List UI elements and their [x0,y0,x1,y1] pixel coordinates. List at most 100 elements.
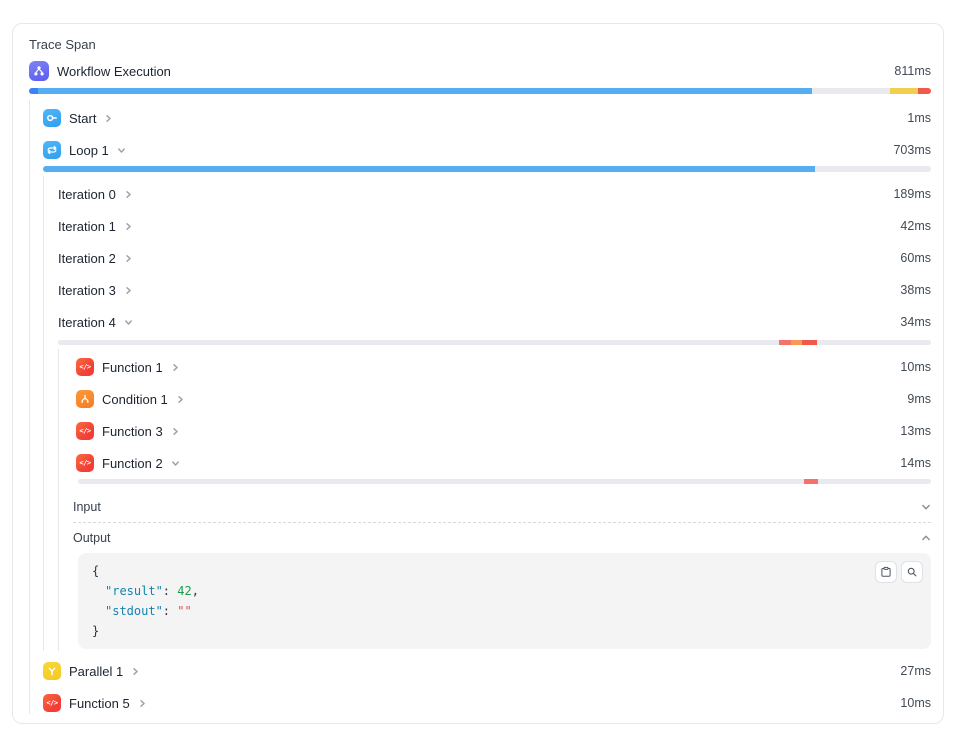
span-row-function-1[interactable]: </> Function 1 10ms [13,351,943,383]
span-label: Iteration 2 [58,251,116,266]
function-icon: </> [76,422,94,440]
chevron-right-icon [131,667,140,676]
span-label: Iteration 4 [58,315,116,330]
span-row-iteration-3[interactable]: Iteration 3 38ms [13,274,943,306]
span-label: Iteration 1 [58,219,116,234]
code-line: "result": 42, [92,581,917,601]
span-row-iteration-0[interactable]: Iteration 0 189ms [13,178,943,210]
timeline-segment-function5 [918,88,931,94]
code-line: } [92,621,917,641]
span-duration: 189ms [893,187,931,201]
json-comma: , [192,584,199,598]
timeline-bar-loop [43,166,931,172]
workflow-icon [29,61,49,81]
span-label: Function 3 [102,424,163,439]
code-actions [875,561,923,583]
span-row-condition-1[interactable]: Condition 1 9ms [13,383,943,415]
json-key: "stdout" [105,604,163,618]
timeline-segment-parallel [890,88,919,94]
timeline-segment [802,340,817,345]
span-row-start[interactable]: Start 1ms [13,102,943,134]
json-key: "result" [105,584,163,598]
section-label: Output [73,531,111,545]
chevron-right-icon [124,286,133,295]
panel-title: Trace Span [13,36,943,54]
span-label: Loop 1 [69,143,109,158]
json-number: 42 [177,584,191,598]
span-row-function-2[interactable]: </> Function 2 14ms [13,447,943,479]
json-brace: } [92,624,99,638]
span-label: Iteration 3 [58,283,116,298]
json-brace: { [92,564,99,578]
chevron-right-icon [138,699,147,708]
chevron-right-icon [124,222,133,231]
chevron-down-icon [124,318,133,327]
chevron-right-icon [104,114,113,123]
span-label: Condition 1 [102,392,168,407]
indent-guide-root-children [29,100,30,714]
span-duration: 9ms [907,392,931,406]
span-duration: 10ms [900,696,931,710]
span-row-function-5[interactable]: </> Function 5 10ms [13,687,943,719]
timeline-bar-iteration-4 [58,340,931,345]
code-glyph: </> [79,460,90,467]
timeline-segment [791,340,801,345]
copy-button[interactable] [875,561,897,583]
chevron-right-icon [176,395,185,404]
span-duration: 42ms [900,219,931,233]
chevron-down-icon [921,502,931,512]
timeline-bar-function-2 [78,479,931,484]
span-row-iteration-1[interactable]: Iteration 1 42ms [13,210,943,242]
chevron-down-icon [171,459,180,468]
indent-guide-loop-children [43,176,44,651]
span-duration: 13ms [900,424,931,438]
timeline-segment [43,166,815,172]
timeline-segment-loop [38,88,812,94]
condition-icon [76,390,94,408]
chevron-right-icon [171,427,180,436]
span-label: Iteration 0 [58,187,116,202]
parallel-icon [43,662,61,680]
function-icon: </> [76,358,94,376]
copy-icon [880,566,892,578]
indent-guide-iteration4-children [58,349,59,651]
section-header-output[interactable]: Output [13,523,943,553]
json-string: "" [177,604,191,618]
code-glyph: </> [79,364,90,371]
timeline-segment [804,479,819,484]
function-icon: </> [76,454,94,472]
span-row-workflow-execution[interactable]: Workflow Execution 811ms [13,54,943,88]
loop-icon [43,141,61,159]
span-row-parallel-1[interactable]: Parallel 1 27ms [13,655,943,687]
timeline-segment [779,340,791,345]
chevron-right-icon [124,190,133,199]
span-row-iteration-4[interactable]: Iteration 4 34ms [13,306,943,338]
span-duration: 60ms [900,251,931,265]
trace-span-panel: Trace Span Workflow Execution 811ms [12,23,944,724]
span-label: Function 5 [69,696,130,711]
span-duration: 38ms [900,283,931,297]
span-row-loop-1[interactable]: Loop 1 703ms [13,134,943,166]
span-duration: 811ms [894,64,931,78]
json-colon: : [163,584,177,598]
span-label: Start [69,111,96,126]
span-duration: 14ms [900,456,931,470]
code-line: { [92,561,917,581]
section-label: Input [73,500,101,514]
start-icon [43,109,61,127]
timeline-bar-root [29,88,931,94]
section-header-input[interactable]: Input [13,492,943,522]
span-label: Function 1 [102,360,163,375]
code-line: "stdout": "" [92,601,917,621]
function-icon: </> [43,694,61,712]
span-row-iteration-2[interactable]: Iteration 2 60ms [13,242,943,274]
code-glyph: </> [79,428,90,435]
span-label: Function 2 [102,456,163,471]
span-duration: 34ms [900,315,931,329]
timeline-segment-start [29,88,38,94]
code-glyph: </> [46,700,57,707]
json-colon: : [163,604,177,618]
chevron-down-icon [117,146,126,155]
search-button[interactable] [901,561,923,583]
span-row-function-3[interactable]: </> Function 3 13ms [13,415,943,447]
